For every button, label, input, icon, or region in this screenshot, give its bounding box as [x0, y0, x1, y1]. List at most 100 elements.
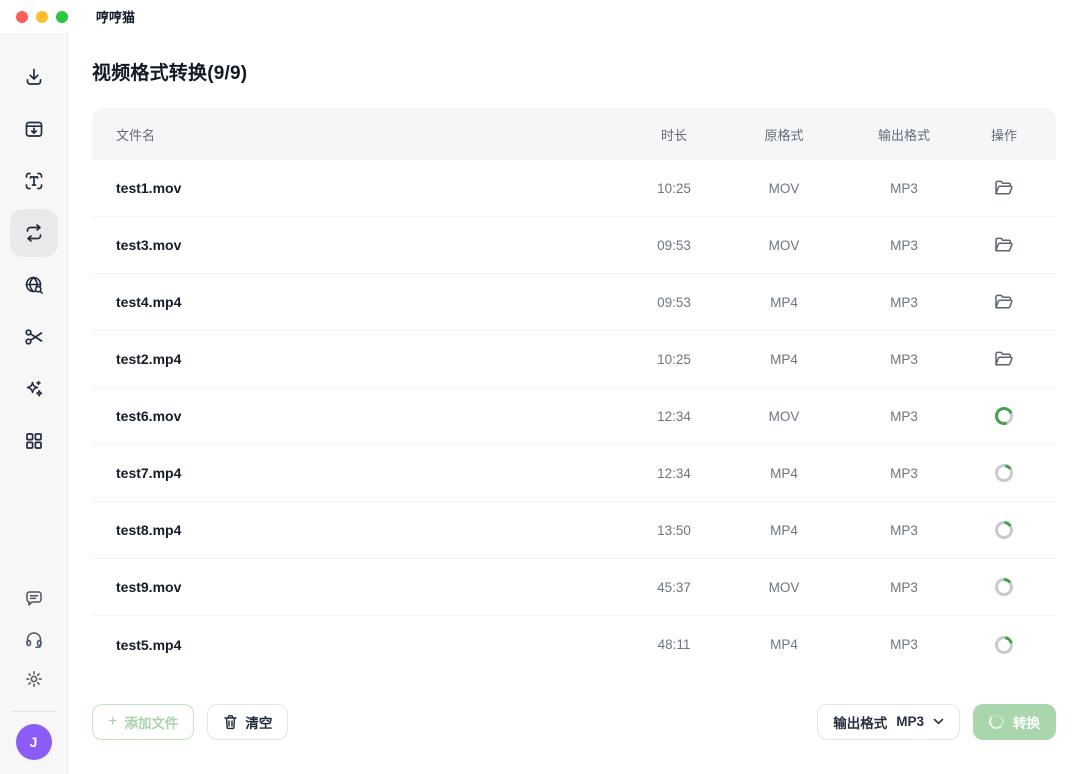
progress-ring — [994, 634, 1015, 655]
file-duration: 09:53 — [624, 295, 724, 310]
repeat-icon — [23, 222, 45, 244]
file-duration: 13:50 — [624, 523, 724, 538]
source-format: MOV — [724, 181, 844, 196]
table-row: test8.mp413:50MP4MP3 — [92, 502, 1056, 559]
sidebar-item-clip[interactable] — [10, 313, 58, 361]
zoom-window-button[interactable] — [56, 11, 68, 23]
sidebar-item-web-search[interactable] — [10, 261, 58, 309]
file-duration: 48:11 — [624, 637, 724, 652]
row-action — [964, 521, 1044, 539]
avatar[interactable]: J — [16, 724, 52, 760]
column-header-4: 操作 — [964, 125, 1044, 144]
output-format-value: MP3 — [896, 714, 924, 729]
convert-button[interactable]: 转换 — [973, 704, 1056, 740]
chevron-down-icon — [933, 718, 944, 725]
file-name: test4.mp4 — [116, 294, 624, 310]
grid-icon — [23, 430, 45, 452]
main-content: 视频格式转换(9/9) 文件名时长原格式输出格式操作 test1.mov10:2… — [68, 33, 1080, 774]
sidebar-item-support[interactable] — [14, 621, 54, 657]
row-action — [964, 233, 1044, 257]
clear-label: 清空 — [245, 712, 272, 732]
sidebar-item-format-convert[interactable] — [10, 209, 58, 257]
file-name: test2.mp4 — [116, 351, 624, 367]
output-format-label: 输出格式 — [833, 712, 887, 732]
sparkles-icon — [23, 378, 45, 400]
output-format: MP3 — [844, 409, 964, 424]
output-format: MP3 — [844, 181, 964, 196]
file-duration: 45:37 — [624, 580, 724, 595]
progress-ring — [994, 463, 1015, 484]
clear-button[interactable]: 清空 — [207, 704, 288, 740]
file-duration: 10:25 — [624, 181, 724, 196]
table-row: test6.mov12:34MOVMP3 — [92, 388, 1056, 445]
column-header-3: 输出格式 — [844, 125, 964, 144]
table-row: test2.mp410:25MP4MP3 — [92, 331, 1056, 388]
output-format: MP3 — [844, 466, 964, 481]
row-action — [964, 290, 1044, 314]
table-row: test1.mov10:25MOVMP3 — [92, 160, 1056, 217]
row-action — [964, 347, 1044, 371]
scissors-icon — [23, 326, 45, 348]
conversion-table: 文件名时长原格式输出格式操作 test1.mov10:25MOVMP3test3… — [92, 108, 1056, 673]
sidebar-item-text-recognition[interactable] — [10, 157, 58, 205]
file-duration: 12:34 — [624, 466, 724, 481]
window-title: 哼哼猫 — [96, 7, 135, 26]
sidebar-item-ai-tools[interactable] — [10, 365, 58, 413]
convert-label: 转换 — [1013, 712, 1040, 732]
sidebar-item-archive-download[interactable] — [10, 105, 58, 153]
row-action — [964, 407, 1044, 425]
open-folder-icon — [993, 349, 1015, 369]
sidebar-item-settings[interactable] — [14, 661, 54, 697]
open-folder-button[interactable] — [991, 347, 1017, 371]
table-row: test7.mp412:34MP4MP3 — [92, 445, 1056, 502]
open-folder-icon — [993, 292, 1015, 312]
sidebar-item-feedback[interactable] — [14, 581, 54, 617]
file-name: test5.mp4 — [116, 637, 624, 653]
add-files-label: 添加文件 — [124, 712, 178, 732]
file-name: test8.mp4 — [116, 522, 624, 538]
app-window: 哼哼猫 J 视频格式转换(9/9) 文件名时长原格式输出格式操作 test1.m… — [0, 0, 1080, 774]
close-window-button[interactable] — [16, 11, 28, 23]
source-format: MP4 — [724, 295, 844, 310]
sidebar-item-download[interactable] — [10, 53, 58, 101]
page-title: 视频格式转换(9/9) — [92, 58, 1056, 85]
traffic-lights — [16, 11, 68, 23]
trash-icon — [223, 714, 238, 730]
open-folder-button[interactable] — [991, 290, 1017, 314]
download-icon — [23, 66, 45, 88]
column-header-1: 时长 — [624, 125, 724, 144]
globe-search-icon — [23, 274, 45, 296]
column-header-2: 原格式 — [724, 125, 844, 144]
sidebar: J — [0, 33, 68, 774]
chat-icon — [24, 589, 44, 609]
open-folder-button[interactable] — [991, 233, 1017, 257]
source-format: MOV — [724, 580, 844, 595]
row-action — [964, 578, 1044, 596]
file-name: test3.mov — [116, 237, 624, 253]
file-name: test1.mov — [116, 180, 624, 196]
sidebar-top-group — [10, 53, 58, 469]
sidebar-item-apps[interactable] — [10, 417, 58, 465]
output-format-dropdown[interactable]: 输出格式 MP3 — [817, 704, 960, 740]
file-duration: 10:25 — [624, 352, 724, 367]
row-action — [964, 464, 1044, 482]
source-format: MOV — [724, 409, 844, 424]
minimize-window-button[interactable] — [36, 11, 48, 23]
source-format: MP4 — [724, 466, 844, 481]
converting-spinner-icon — [989, 714, 1004, 729]
open-folder-button[interactable] — [991, 176, 1017, 200]
output-format: MP3 — [844, 523, 964, 538]
text-scan-icon — [23, 170, 45, 192]
add-files-button[interactable]: + 添加文件 — [92, 704, 194, 740]
file-duration: 09:53 — [624, 238, 724, 253]
table-row: test5.mp448:11MP4MP3 — [92, 616, 1056, 673]
open-folder-icon — [993, 235, 1015, 255]
output-format: MP3 — [844, 637, 964, 652]
table-body: test1.mov10:25MOVMP3test3.mov09:53MOVMP3… — [92, 160, 1056, 673]
table-header-row: 文件名时长原格式输出格式操作 — [92, 108, 1056, 160]
sidebar-bottom-group — [14, 581, 54, 701]
file-name: test7.mp4 — [116, 465, 624, 481]
column-header-0: 文件名 — [116, 125, 624, 144]
progress-ring — [995, 578, 1013, 596]
source-format: MP4 — [724, 523, 844, 538]
